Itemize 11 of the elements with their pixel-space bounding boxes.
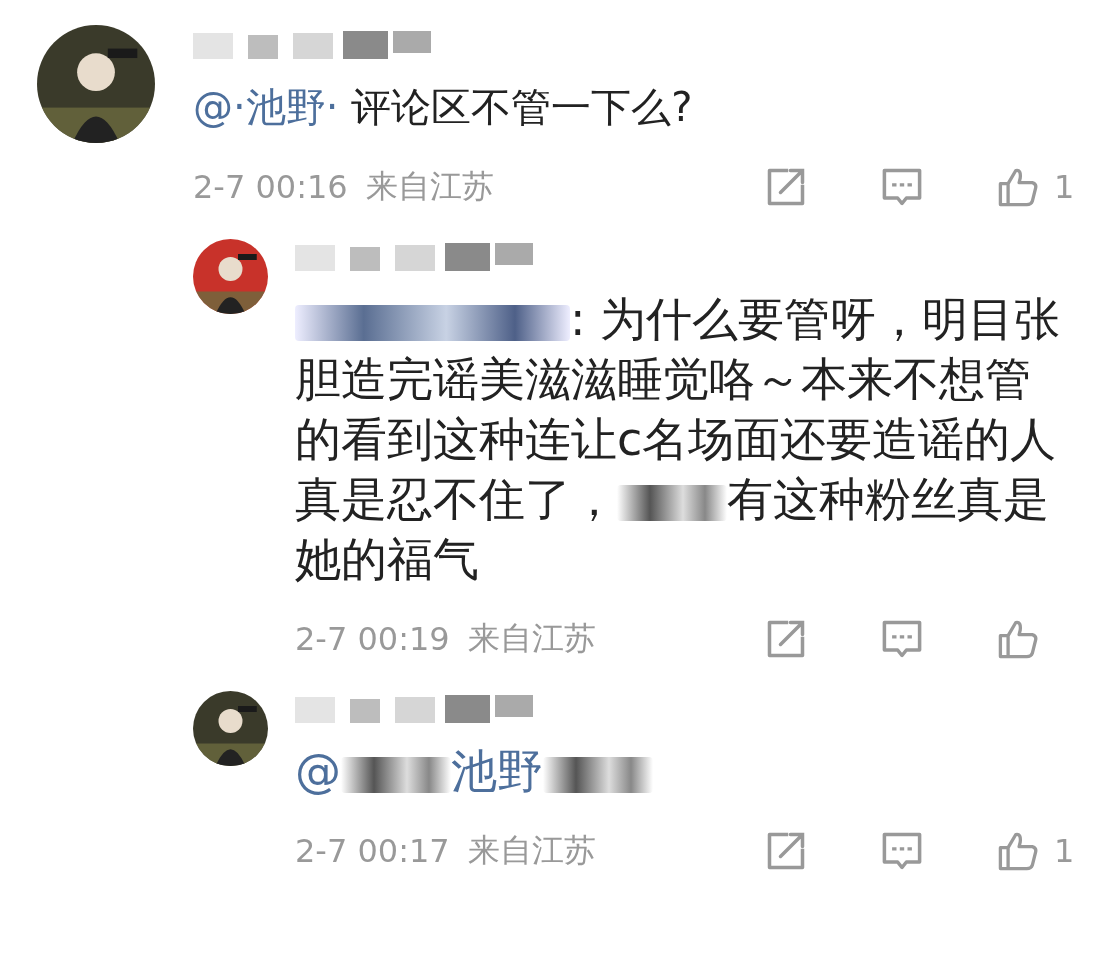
comment-time: 2-7 00:19 — [295, 620, 450, 658]
comment-time: 2-7 00:17 — [295, 832, 450, 870]
comment-location: 来自江苏 — [467, 830, 596, 871]
like-count: 1 — [1054, 168, 1075, 206]
comment-text: @ 池野 — [295, 741, 1070, 801]
comment-location: 来自江苏 — [467, 618, 596, 659]
comment-text: @·池野· 评论区不管一下么? — [193, 83, 694, 132]
comment-location: 来自江苏 — [365, 166, 494, 207]
comment-text: : 为什么要管呀，明目张胆造完谣美滋滋睡觉咯～本来不想管的看到这种连让c名场面还要造谣的人真是忍不住了， 有这种粉丝真是她的福气 — [295, 291, 1062, 588]
like-count: 1 — [1054, 832, 1075, 870]
comment-time: 2-7 00:16 — [193, 168, 348, 206]
